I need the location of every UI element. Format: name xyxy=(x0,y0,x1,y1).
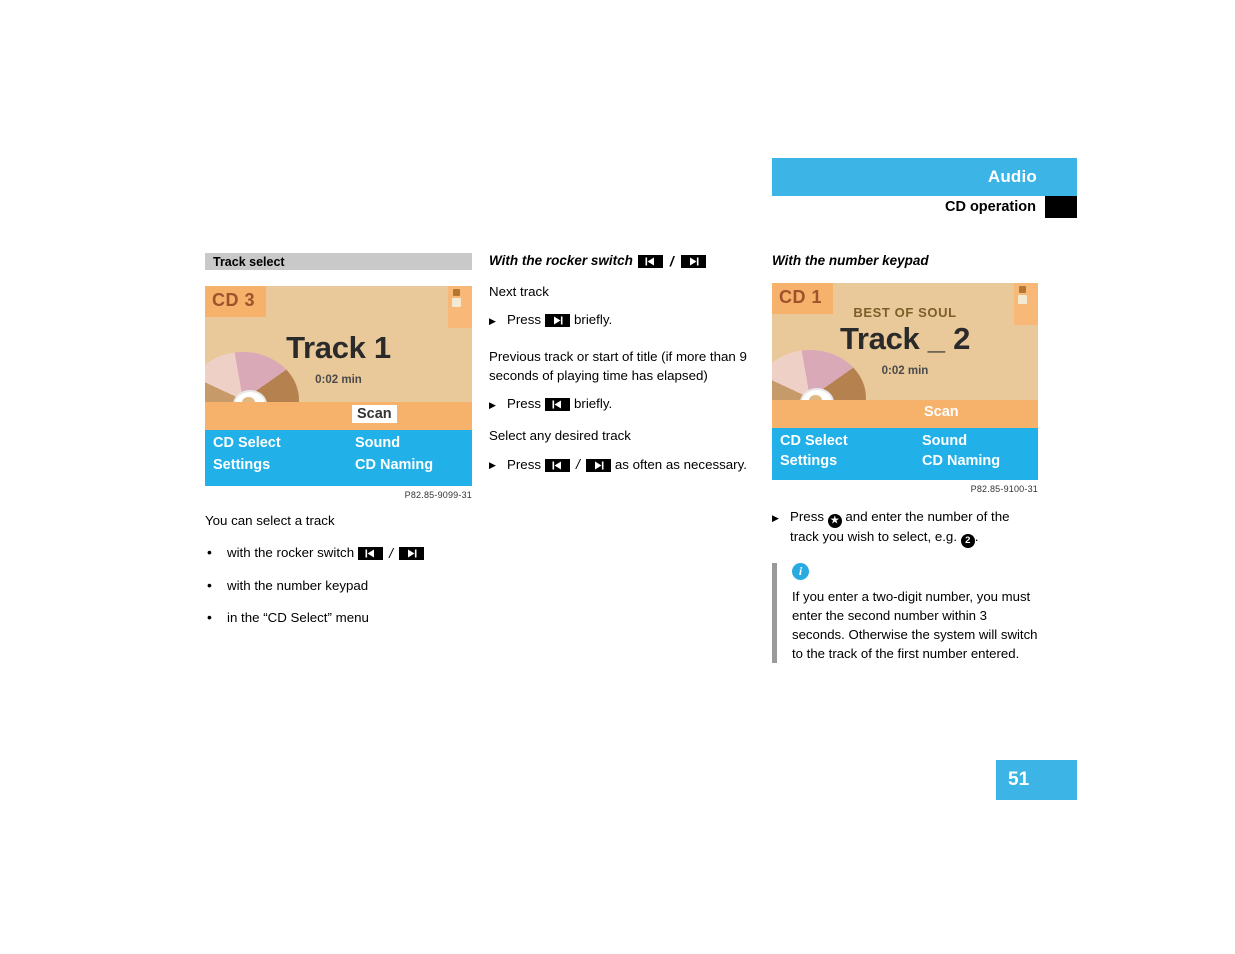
list-item: • in the “CD Select” menu xyxy=(205,609,472,628)
separator-slash: / xyxy=(669,253,674,270)
skip-back-icon xyxy=(545,458,570,472)
subhead-number-keypad: With the number keypad xyxy=(772,253,1038,270)
subhead-label: With the number keypad xyxy=(772,253,929,269)
skip-forward-icon xyxy=(545,313,570,327)
header-band: Audio xyxy=(772,158,1077,196)
note-text: If you enter a two-digit number, you mus… xyxy=(792,588,1038,661)
screen-menu-settings: Settings xyxy=(213,457,271,473)
step-press-label: Press xyxy=(507,456,541,472)
skip-forward-icon xyxy=(680,255,706,268)
skip-back-icon xyxy=(637,255,663,268)
screen-menu-band: CD Select Settings Sound CD Naming xyxy=(205,430,472,486)
intro-text: You can select a track xyxy=(205,513,335,528)
info-icon: i xyxy=(792,562,809,580)
bullet-dot-icon: • xyxy=(207,576,212,593)
step-end-label: . xyxy=(974,528,979,544)
cd-number-tab: CD 3 xyxy=(205,286,267,317)
screen-menu-sound: Sound xyxy=(922,433,968,449)
corner-mark-icon xyxy=(453,289,460,296)
note-rule xyxy=(772,562,777,664)
section-header-track-select: Track select xyxy=(205,253,472,270)
step-select-any-track: ▶ Press / as often as necessary. xyxy=(489,455,757,475)
skip-back-icon xyxy=(358,547,384,561)
track-select-methods-list: • with the rocker switch / • with the nu… xyxy=(205,544,472,628)
header-subtitle-row: CD operation xyxy=(772,196,1077,218)
screen-menu-cd-select: CD Select xyxy=(213,435,281,451)
bullet-dot-icon: • xyxy=(207,608,212,625)
chapter-marker-block xyxy=(1045,196,1077,218)
step-suffix-label: briefly. xyxy=(574,311,613,327)
page-header: Audio CD operation xyxy=(772,158,1077,218)
step-previous-track: ▶ Press briefly. xyxy=(489,395,757,414)
corner-mark-icon xyxy=(1019,286,1026,293)
select-any-track-label: Select any desired track xyxy=(489,428,631,444)
screen-menu-cd-select: CD Select xyxy=(780,433,848,449)
step-press-label: Press xyxy=(507,395,541,411)
screen-scan-row: Scan xyxy=(205,402,472,430)
step-next-track: ▶ Press briefly. xyxy=(489,311,757,330)
cd-display-figure-left: CD 3 Track 1 0:02 min Scan CD Select Set… xyxy=(205,286,472,486)
step-number-keypad: ▶ Press ★ and enter the number of the tr… xyxy=(772,508,1038,548)
next-track-label: Next track xyxy=(489,284,549,299)
left-column: Track select CD 3 Track 1 0:02 min Scan … xyxy=(205,253,472,641)
cd-display-figure-right: CD 1 BEST OF SOUL Track _ 2 0:02 min Sca… xyxy=(772,283,1038,480)
number-2-key-icon: 2 xyxy=(960,533,975,548)
screen-scan-label: Scan xyxy=(924,404,959,420)
step-press-label: Press xyxy=(790,509,824,524)
list-item-label: with the rocker switch xyxy=(227,545,355,561)
screen-album-title: BEST OF SOUL xyxy=(853,305,957,320)
middle-column: With the rocker switch / Next track ▶ Pr… xyxy=(489,253,757,489)
skip-forward-icon xyxy=(585,458,611,472)
section-header-label: Track select xyxy=(213,254,285,269)
screen-scan-row: Scan xyxy=(772,400,1038,428)
step-triangle-icon: ▶ xyxy=(489,460,496,471)
corner-mark-secondary-icon xyxy=(452,298,461,307)
skip-back-icon xyxy=(545,397,570,411)
screen-menu-sound: Sound xyxy=(355,435,401,451)
previous-track-label: Previous track or start of title (if mor… xyxy=(489,348,747,383)
step-triangle-icon: ▶ xyxy=(489,399,496,410)
screen-menu-band: CD Select Settings Sound CD Naming xyxy=(772,428,1038,480)
figure-caption-left: P82.85-9099-31 xyxy=(404,490,472,500)
info-note-box: i If you enter a two-digit number, you m… xyxy=(772,562,1038,664)
step-suffix-label: briefly. xyxy=(574,395,613,411)
figure-caption-right: P82.85-9100-31 xyxy=(970,484,1038,494)
step-press-label: Press xyxy=(507,311,541,327)
list-item: • with the rocker switch / xyxy=(205,544,472,564)
list-item: • with the number keypad xyxy=(205,577,472,596)
bullet-dot-icon: • xyxy=(207,543,212,560)
right-column: With the number keypad CD 1 BEST OF SOUL… xyxy=(772,253,1038,664)
subhead-rocker-switch: With the rocker switch / xyxy=(489,253,757,270)
page-number-badge: 51 xyxy=(996,760,1077,800)
screen-scan-label: Scan xyxy=(352,405,397,423)
screen-menu-cd-naming: CD Naming xyxy=(922,453,1001,469)
step-triangle-icon: ▶ xyxy=(772,513,779,523)
separator-slash: / xyxy=(389,544,393,561)
list-item-label: in the “CD Select” menu xyxy=(227,609,369,625)
separator-slash: / xyxy=(576,456,580,473)
screen-corner-indicator xyxy=(448,286,472,328)
skip-forward-icon xyxy=(399,547,424,561)
step-triangle-icon: ▶ xyxy=(489,315,496,326)
star-key-icon: ★ xyxy=(827,513,842,528)
header-subtitle: CD operation xyxy=(944,199,1036,215)
list-item-label: with the number keypad xyxy=(227,577,369,593)
screen-menu-settings: Settings xyxy=(780,453,838,469)
subhead-label: With the rocker switch xyxy=(489,253,633,269)
step-suffix-label: as often as necessary. xyxy=(614,456,747,472)
screen-menu-cd-naming: CD Naming xyxy=(355,457,434,473)
corner-mark-secondary-icon xyxy=(1018,295,1027,304)
header-title: Audio xyxy=(987,167,1037,186)
